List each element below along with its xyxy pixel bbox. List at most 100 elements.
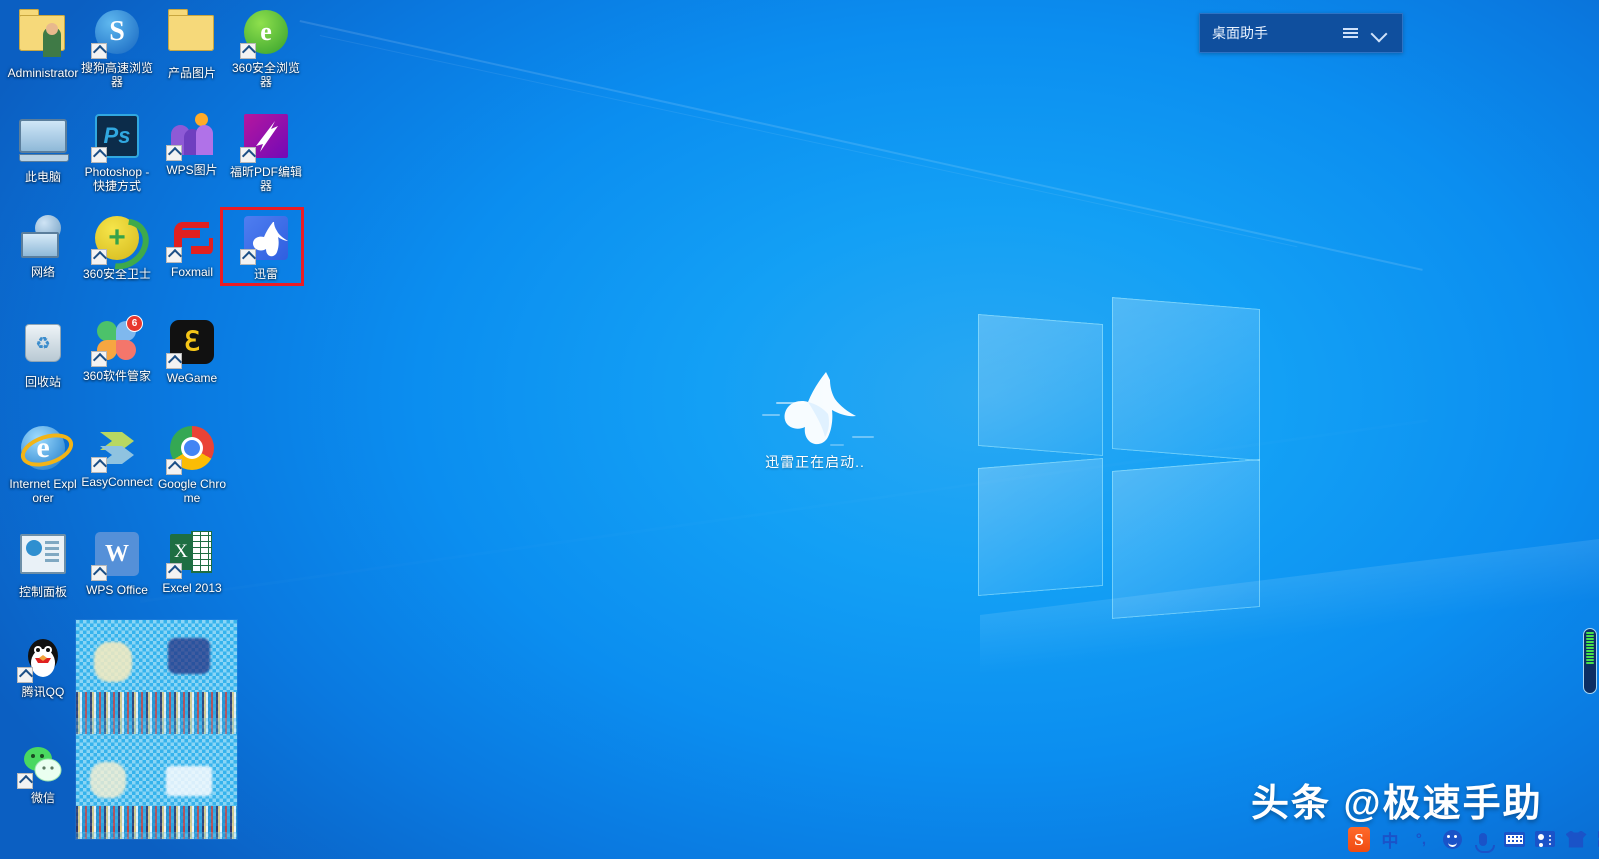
desktop-icon-label: EasyConnect bbox=[81, 475, 153, 489]
sogou-logo-glyph: S bbox=[1348, 826, 1370, 852]
wallpaper-light-streak bbox=[299, 20, 1423, 271]
sogou-input-method-toolbar[interactable]: S 中 °, bbox=[1348, 822, 1599, 856]
wallpaper-light-streak bbox=[319, 35, 1298, 248]
desktop-icon-easyconnect[interactable]: EasyConnect bbox=[80, 424, 154, 489]
punctuation-glyph: °, bbox=[1415, 830, 1427, 848]
windows-logo-pane bbox=[1112, 297, 1260, 461]
desktop-icon-administrator[interactable]: Administrator bbox=[6, 8, 80, 80]
shortcut-arrow-icon bbox=[91, 147, 107, 163]
shortcut-arrow-icon bbox=[240, 147, 256, 163]
shortcut-arrow-icon bbox=[91, 565, 107, 581]
chinese-mode-glyph: 中 bbox=[1381, 831, 1399, 851]
windows-logo-wallpaper bbox=[960, 295, 1280, 619]
desktop-icon-wps-photos[interactable]: WPS图片 bbox=[155, 112, 229, 177]
desktop-icon-wegame[interactable]: ℇ WeGame bbox=[155, 318, 229, 385]
punctuation-icon[interactable]: °, bbox=[1410, 828, 1432, 850]
desktop-icon-product-images-folder[interactable]: 产品图片 bbox=[155, 8, 229, 80]
shortcut-arrow-icon bbox=[240, 43, 256, 59]
gauge-segment bbox=[1586, 656, 1594, 658]
mosaic-blob bbox=[166, 766, 212, 796]
desktop-icon-label: 控制面板 bbox=[18, 585, 67, 599]
desktop-icon-wps-office[interactable]: W WPS Office bbox=[80, 530, 154, 597]
windows-logo-pane bbox=[978, 313, 1103, 457]
desktop-icon-360-browser[interactable]: e 360安全浏览器 bbox=[229, 8, 303, 89]
volume-level-indicator[interactable] bbox=[1583, 628, 1597, 694]
desktop-icon-label: WPS图片 bbox=[166, 163, 218, 177]
shortcut-arrow-icon bbox=[91, 43, 107, 59]
desktop-icon-network[interactable]: 网络 bbox=[6, 214, 80, 279]
google-chrome-icon bbox=[166, 426, 216, 475]
motion-dash bbox=[776, 402, 806, 404]
gauge-segment bbox=[1586, 650, 1594, 652]
desktop-icon-sogou-browser[interactable]: S 搜狗高速浏览器 bbox=[80, 8, 154, 89]
control-panel-icon bbox=[19, 534, 67, 582]
sogou-logo-icon[interactable]: S bbox=[1348, 826, 1370, 852]
wps-photos-icon bbox=[166, 112, 216, 161]
desktop-icon-label: 福昕PDF编辑器 bbox=[229, 165, 302, 193]
desktop-icon-label: 网络 bbox=[30, 265, 55, 279]
desktop-assistant-widget[interactable]: 桌面助手 bbox=[1199, 13, 1403, 53]
splash-status-text: 迅雷正在启动.. bbox=[765, 454, 865, 470]
desktop-background[interactable]: Administrator S 搜狗高速浏览器 产品图片 e 360安全浏览器 此电脑 Ps P… bbox=[0, 0, 1599, 859]
shortcut-arrow-icon bbox=[166, 145, 182, 161]
shortcut-arrow-icon bbox=[166, 353, 182, 369]
360-safeguard-icon: + bbox=[85, 208, 159, 280]
gauge-segment bbox=[1586, 647, 1594, 649]
shortcut-arrow-icon bbox=[91, 351, 107, 367]
xunlei-icon bbox=[240, 216, 290, 265]
desktop-icon-wechat[interactable]: 微信 bbox=[6, 740, 80, 805]
mosaic-blob bbox=[90, 762, 126, 798]
shortcut-arrow-icon bbox=[17, 667, 33, 683]
shortcut-arrow-icon bbox=[166, 459, 182, 475]
desktop-icon-label: 360安全浏览器 bbox=[231, 61, 301, 89]
desktop-icon-google-chrome[interactable]: Google Chrome bbox=[155, 424, 229, 505]
desktop-icon-photoshop[interactable]: Ps Photoshop - 快捷方式 bbox=[80, 112, 154, 193]
gauge-segment bbox=[1586, 662, 1594, 664]
gauge-segment bbox=[1586, 659, 1594, 661]
shortcut-arrow-icon bbox=[91, 249, 107, 265]
chevron-down-icon[interactable] bbox=[1368, 22, 1390, 44]
desktop-icon-label: Internet Explorer bbox=[9, 477, 77, 505]
desktop-icon-label: WPS Office bbox=[86, 583, 148, 597]
foxmail-icon bbox=[166, 214, 216, 263]
wps-office-icon: W bbox=[91, 532, 141, 581]
skin-icon[interactable] bbox=[1565, 828, 1587, 850]
360-software-manager-icon: 6 bbox=[91, 316, 142, 367]
motion-dash bbox=[830, 444, 844, 446]
windows-logo-pane bbox=[1112, 459, 1260, 619]
desktop-icon-xunlei[interactable]: 迅雷 bbox=[229, 214, 303, 281]
desktop-icon-control-panel[interactable]: 控制面板 bbox=[6, 530, 80, 599]
desktop-icon-foxit-pdf-editor[interactable]: 福昕PDF编辑器 bbox=[229, 112, 303, 193]
user-card-icon[interactable] bbox=[1534, 828, 1556, 850]
desktop-icon-label: 搜狗高速浏览器 bbox=[80, 61, 153, 89]
desktop-icon-360-software-manager[interactable]: 6 360软件管家 bbox=[80, 316, 154, 383]
mosaic-speckle bbox=[76, 718, 237, 734]
shortcut-arrow-icon bbox=[166, 563, 182, 579]
desktop-icon-recycle-bin[interactable]: ♻ 回收站 bbox=[6, 318, 80, 389]
360-browser-icon: e bbox=[240, 10, 290, 59]
internet-explorer-icon: e bbox=[16, 426, 78, 474]
mosaic-censored-region bbox=[76, 620, 237, 839]
desktop-icon-internet-explorer[interactable]: e Internet Explorer bbox=[6, 424, 80, 505]
shortcut-arrow-icon bbox=[17, 773, 33, 789]
desktop-icon-label: 360软件管家 bbox=[82, 369, 152, 383]
desktop-icon-label: Photoshop - 快捷方式 bbox=[84, 165, 150, 193]
shortcut-arrow-icon bbox=[240, 249, 256, 265]
desktop-icon-this-pc[interactable]: 此电脑 bbox=[6, 112, 80, 184]
desktop-icon-360-safeguard[interactable]: +360安全卫士 bbox=[80, 208, 159, 281]
network-icon bbox=[19, 214, 67, 262]
this-pc-icon bbox=[19, 119, 69, 167]
hamburger-menu-icon[interactable] bbox=[1340, 22, 1362, 44]
desktop-icon-label: 此电脑 bbox=[24, 170, 61, 184]
notification-badge: 6 bbox=[127, 316, 142, 331]
gauge-segment bbox=[1586, 641, 1594, 643]
emoji-icon[interactable] bbox=[1441, 828, 1463, 850]
soft-keyboard-icon[interactable] bbox=[1503, 828, 1525, 850]
voice-input-icon[interactable] bbox=[1472, 828, 1495, 853]
desktop-icon-foxmail[interactable]: Foxmail bbox=[155, 214, 229, 279]
desktop-icon-label: 腾讯QQ bbox=[21, 685, 65, 699]
desktop-icon-excel-2013[interactable]: X Excel 2013 bbox=[155, 530, 229, 595]
chinese-mode-icon[interactable]: 中 bbox=[1379, 828, 1401, 851]
desktop-icon-tencent-qq[interactable]: 腾讯QQ bbox=[6, 634, 80, 699]
mosaic-blob bbox=[94, 642, 132, 682]
